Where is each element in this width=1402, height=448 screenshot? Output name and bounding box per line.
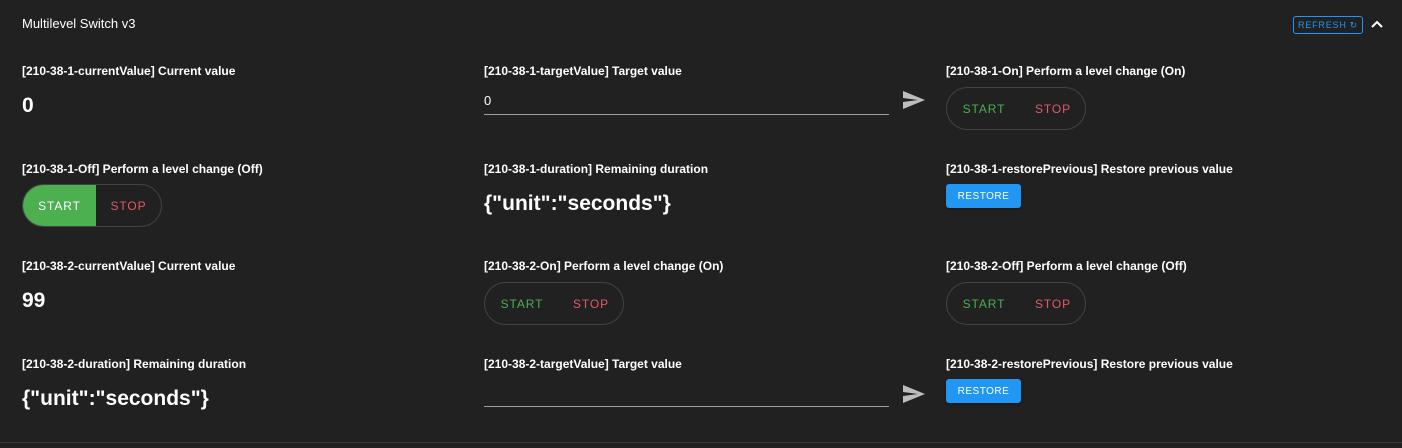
target-value-label-2: [210-38-2-targetValue] Target value — [484, 357, 682, 371]
level-change-off-label-1: [210-38-1-Off] Perform a level change (O… — [22, 162, 263, 176]
bottom-divider — [0, 442, 1402, 443]
chevron-up-icon[interactable] — [1368, 15, 1386, 33]
remaining-duration-label-2: [210-38-2-duration] Remaining duration — [22, 357, 247, 371]
stop-button[interactable]: STOP — [96, 185, 161, 226]
current-value-label-2: [210-38-2-currentValue] Current value — [22, 259, 236, 273]
restore-button[interactable]: RESTORE — [946, 184, 1021, 208]
start-button[interactable]: START — [23, 185, 96, 226]
current-value-2: 99 — [22, 289, 46, 312]
multilevel-switch-panel: Multilevel Switch v3 REFRESH ↻ [210-38-1… — [0, 0, 1402, 448]
refresh-button[interactable]: REFRESH ↻ — [1293, 16, 1363, 34]
current-value-label-1: [210-38-1-currentValue] Current value — [22, 64, 236, 78]
start-button[interactable]: START — [947, 88, 1021, 129]
level-change-on-group-2: START STOP — [484, 282, 624, 325]
level-change-on-label-1: [210-38-1-On] Perform a level change (On… — [946, 64, 1186, 78]
level-change-off-group-1: START STOP — [22, 184, 162, 227]
refresh-label: REFRESH — [1298, 20, 1347, 30]
target-value-label-1: [210-38-1-targetValue] Target value — [484, 64, 682, 78]
target-value-input-1[interactable] — [484, 87, 889, 115]
target-value-input-2[interactable] — [484, 379, 889, 407]
restore-previous-label-1: [210-38-1-restorePrevious] Restore previ… — [946, 162, 1233, 176]
send-icon[interactable] — [902, 88, 926, 112]
level-change-on-label-2: [210-38-2-On] Perform a level change (On… — [484, 259, 724, 273]
restore-previous-label-2: [210-38-2-restorePrevious] Restore previ… — [946, 357, 1233, 371]
restore-button[interactable]: RESTORE — [946, 379, 1021, 403]
start-button[interactable]: START — [485, 283, 559, 324]
send-icon[interactable] — [902, 382, 926, 406]
level-change-off-label-2: [210-38-2-Off] Perform a level change (O… — [946, 259, 1187, 273]
stop-button[interactable]: STOP — [1021, 283, 1085, 324]
remaining-duration-value-1: {"unit":"seconds"} — [484, 192, 671, 215]
stop-button[interactable]: STOP — [559, 283, 623, 324]
current-value-1: 0 — [22, 94, 34, 117]
refresh-icon: ↻ — [1349, 19, 1358, 30]
panel-title: Multilevel Switch v3 — [22, 16, 136, 31]
remaining-duration-value-2: {"unit":"seconds"} — [22, 387, 209, 410]
stop-button[interactable]: STOP — [1021, 88, 1085, 129]
remaining-duration-label-1: [210-38-1-duration] Remaining duration — [484, 162, 709, 176]
level-change-on-group-1: START STOP — [946, 87, 1086, 130]
level-change-off-group-2: START STOP — [946, 282, 1086, 325]
start-button[interactable]: START — [947, 283, 1021, 324]
